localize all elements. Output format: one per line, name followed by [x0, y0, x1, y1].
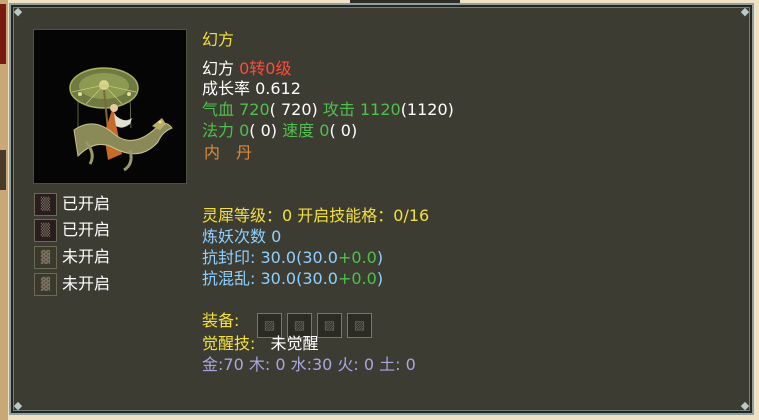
background-marker [0, 4, 6, 64]
element-attributes: 金:70 木: 0 水:30 火: 0 土: 0 [202, 355, 416, 374]
hp-base: ( 720) [269, 100, 318, 119]
growth-value: 0.612 [255, 79, 301, 98]
background-marker [0, 150, 6, 190]
atk-value: 1120 [359, 100, 401, 119]
background-ui-strip [0, 0, 8, 420]
mp-label: 法力 [202, 121, 235, 140]
chaos-resist-label: 抗混乱: [202, 269, 261, 288]
growth-label: 成长率 [202, 79, 251, 98]
skill-slot-1[interactable]: ▒ [34, 193, 57, 216]
seal-resist-label: 抗封印: [202, 248, 261, 267]
pet-name: 幻方 [202, 59, 235, 78]
chaos-resist-value: 30.0 [260, 269, 297, 288]
seal-resist-bonus: +0.0 [337, 248, 377, 267]
skill-slot-2[interactable]: ▒ [34, 219, 57, 242]
skill-slot-4[interactable]: ▓ [34, 273, 57, 296]
mp-spd-row: 法力 0( 0) 速度 0( 0) [202, 121, 357, 141]
awaken-row: 觉醒技: 未觉醒 [202, 334, 319, 354]
mp-base: ( 0) [249, 121, 278, 140]
spd-value: 0 [319, 121, 330, 140]
corner-ornament-icon: ◆ [13, 399, 23, 412]
skill-slot-3[interactable]: ▓ [34, 246, 57, 269]
corner-ornament-icon: ◆ [740, 399, 750, 412]
growth-row: 成长率 0.612 [202, 79, 301, 99]
chaos-resist-close: ) [376, 269, 384, 288]
refine-row: 炼妖次数 0 [202, 227, 281, 247]
opened-slot-icon: ▒ [40, 223, 51, 237]
skill-slot-status: 未开启 [62, 247, 111, 266]
corner-ornament-icon: ◆ [13, 5, 23, 18]
skill-slot-status: 未开启 [62, 274, 111, 293]
inner-dan-label: 内 丹 [204, 143, 253, 162]
opened-slot-icon: ▒ [40, 197, 51, 211]
mp-value: 0 [239, 121, 250, 140]
corner-ornament-icon: ◆ [740, 5, 750, 18]
chaos-resist-row: 抗混乱: 30.0(30.0+0.0) [202, 269, 383, 289]
equip-label: 装备: [202, 311, 240, 330]
spd-label: 速度 [282, 121, 315, 140]
locked-slot-icon: ▓ [40, 277, 51, 291]
chaos-resist-base: (30.0 [296, 269, 338, 288]
pet-name-row: 幻方 0转0级 [202, 59, 291, 79]
seal-resist-row: 抗封印: 30.0(30.0+0.0) [202, 248, 383, 268]
seal-resist-value: 30.0 [260, 248, 297, 267]
pet-illustration-icon [69, 67, 173, 172]
equip-slot-4[interactable]: ▨ [347, 313, 372, 338]
hp-atk-row: 气血 720( 720) 攻击 1120(1120) [202, 100, 454, 120]
empty-equip-icon: ▨ [353, 318, 366, 332]
empty-equip-icon: ▨ [323, 318, 336, 332]
pet-info-tooltip: ◆ ◆ ◆ ◆ 幻方 幻方 0转0级 成长率 0.612 气血 720(720… [9, 3, 754, 415]
hp-label: 气血 [202, 100, 235, 119]
pet-rank: 0转0级 [239, 59, 292, 78]
skill-slot-status: 已开启 [62, 194, 111, 213]
equip-slot-3[interactable]: ▨ [317, 313, 342, 338]
refine-label: 炼妖次数 [202, 227, 267, 246]
skill-slot-status: 已开启 [62, 220, 111, 239]
hp-value: 720 [239, 100, 270, 119]
atk-label: 攻击 [322, 100, 355, 119]
seal-resist-close: ) [376, 248, 384, 267]
pet-title: 幻方 [202, 30, 235, 49]
seal-resist-base: (30.0 [296, 248, 338, 267]
awaken-label: 觉醒技: [202, 334, 256, 353]
spd-base: ( 0) [329, 121, 358, 140]
locked-slot-icon: ▓ [40, 250, 51, 264]
awaken-value: 未觉醒 [270, 334, 319, 353]
atk-base: (1120) [400, 100, 454, 119]
lingxi-info: 灵犀等级：0 开启技能格：0/16 [202, 206, 430, 225]
chaos-resist-bonus: +0.0 [337, 269, 377, 288]
pet-portrait [33, 29, 187, 184]
refine-value: 0 [271, 227, 282, 246]
